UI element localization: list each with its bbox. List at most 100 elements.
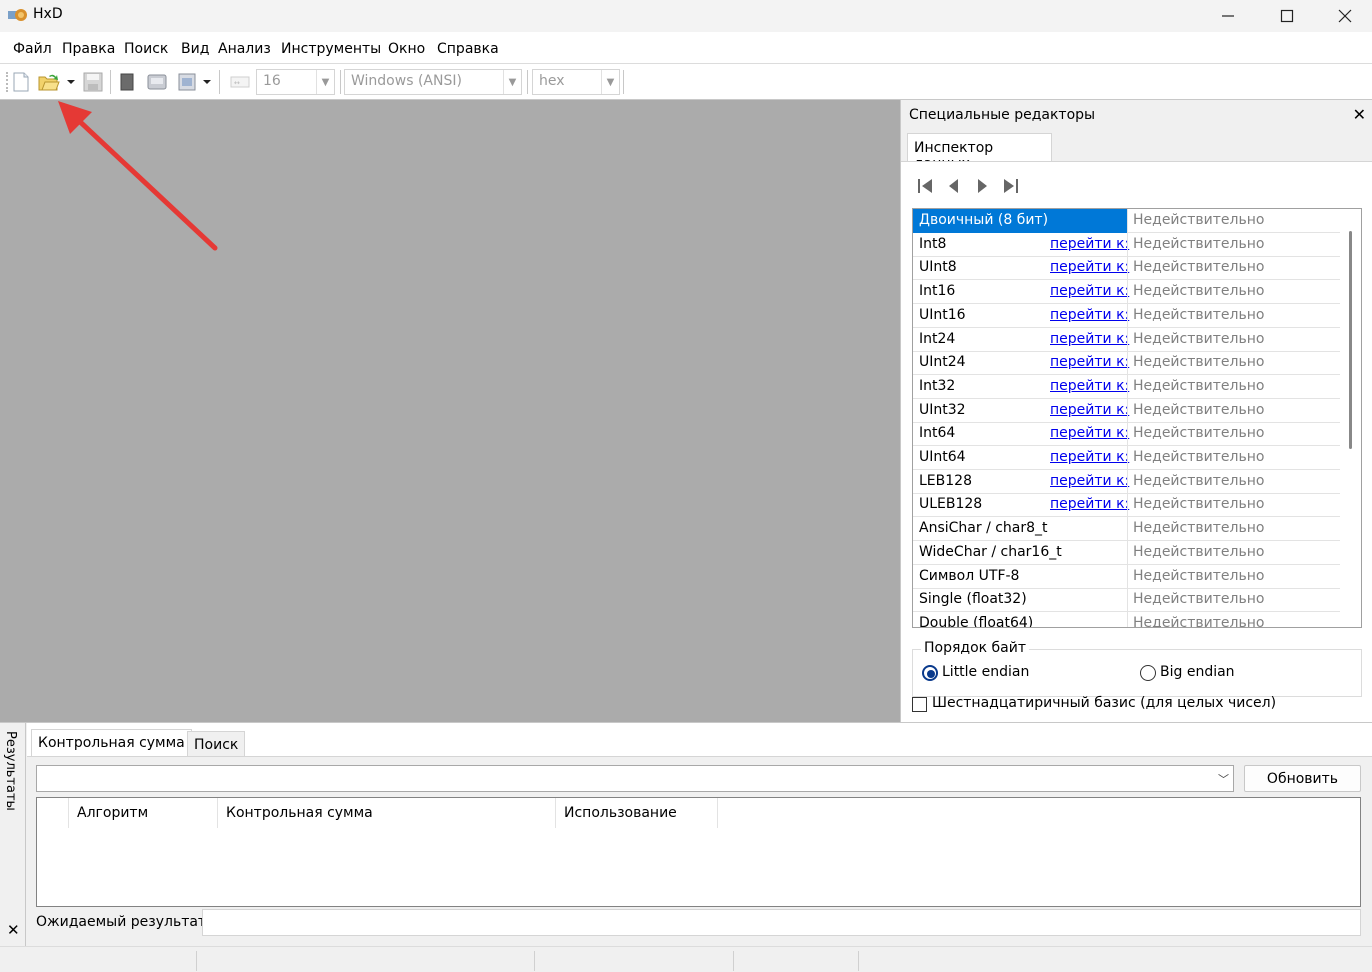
special-editors-title: Специальные редакторы — [909, 107, 1096, 123]
goto-link[interactable]: перейти к: — [1050, 378, 1129, 394]
inspector-value[interactable]: Недействительно — [1133, 425, 1264, 441]
tab-search[interactable]: Поиск — [187, 731, 246, 757]
results-side-tab[interactable]: Результаты ✕ — [0, 723, 26, 947]
toolbar-grip — [6, 72, 8, 92]
byte-order-group: Порядок байт Little endian Big endian — [912, 640, 1362, 697]
inspector-value[interactable]: Недействительно — [1133, 212, 1264, 228]
inspector-value[interactable]: Недействительно — [1133, 496, 1264, 512]
inspector-value[interactable]: Недействительно — [1133, 402, 1264, 418]
inspector-value[interactable]: Недействительно — [1133, 283, 1264, 299]
inspector-type-name: AnsiChar / char8_t — [919, 520, 1048, 537]
inspector-value[interactable]: Недействительно — [1133, 520, 1264, 536]
save-icon[interactable] — [83, 72, 103, 92]
inspector-value[interactable]: Недействительно — [1133, 568, 1264, 584]
goto-link[interactable]: перейти к: — [1050, 283, 1129, 299]
data-inspector-body: Двоичный (8 бит) Недействительно Int8 перей… — [901, 161, 1372, 722]
hex-basis-checkbox[interactable] — [912, 697, 927, 712]
column-header-algorithm[interactable]: Алгоритм — [69, 798, 218, 828]
minimize-button[interactable] — [1199, 0, 1257, 32]
goto-link[interactable]: перейти к: — [1050, 449, 1129, 465]
scrollbar-thumb[interactable] — [1349, 231, 1352, 449]
column-header-checksum[interactable]: Контрольная сумма — [218, 798, 556, 828]
new-file-icon[interactable] — [12, 72, 30, 92]
menu-view[interactable]: Вид — [181, 41, 209, 57]
menu-bar: Файл Правка Поиск Вид Анализ Инструменты… — [0, 32, 1372, 64]
goto-link[interactable]: перейти к: — [1050, 496, 1129, 512]
tab-checksum[interactable]: Контрольная сумма — [31, 729, 192, 757]
expected-result-label: Ожидаемый результат: — [36, 914, 211, 930]
status-separator — [858, 951, 859, 971]
inspector-type-name: Двоичный (8 бит) — [919, 212, 1049, 228]
inspector-value[interactable]: Недействительно — [1133, 473, 1264, 489]
byte-order-legend: Порядок байт — [921, 640, 1030, 656]
inspector-value[interactable]: Недействительно — [1133, 331, 1264, 347]
goto-link[interactable]: перейти к: — [1050, 307, 1129, 323]
last-record-icon[interactable] — [999, 176, 1021, 196]
inspector-value[interactable]: Недействительно — [1133, 236, 1264, 252]
tab-data-inspector[interactable]: Инспектор данных — [907, 133, 1052, 172]
inspector-type-name: UInt64 — [919, 449, 966, 465]
inspector-type-name: ULEB128 — [919, 496, 983, 513]
previous-record-icon[interactable] — [943, 176, 965, 196]
inspector-value[interactable]: Недействительно — [1133, 449, 1264, 465]
inspector-value[interactable]: Недействительно — [1133, 259, 1264, 275]
open-ram-icon[interactable] — [177, 72, 197, 92]
menu-analysis[interactable]: Анализ — [218, 41, 271, 57]
inspector-type-name: UInt8 — [919, 259, 957, 276]
menu-file[interactable]: Файл — [13, 41, 52, 57]
goto-link[interactable]: перейти к: — [1050, 402, 1129, 418]
editor-workspace[interactable] — [0, 100, 900, 722]
menu-help[interactable]: Справка — [437, 41, 499, 57]
inspector-type-name: LEB128 — [919, 472, 972, 489]
goto-link[interactable]: перейти к: — [1050, 259, 1129, 275]
inspector-value[interactable]: Недействительно — [1133, 544, 1264, 560]
data-inspector-grid[interactable]: Двоичный (8 бит) Недействительно Int8 перей… — [912, 208, 1362, 628]
little-endian-radio[interactable] — [922, 665, 938, 681]
big-endian-label[interactable]: Big endian — [1160, 664, 1235, 680]
bytes-per-row-select[interactable]: 16 ▼ — [256, 69, 335, 95]
encoding-select[interactable]: Windows (ANSI) ▼ — [344, 69, 522, 95]
menu-edit[interactable]: Правка — [62, 41, 115, 57]
close-icon — [1338, 9, 1352, 23]
menu-tools[interactable]: Инструменты — [281, 41, 381, 57]
bytes-per-row-icon: ↔ — [230, 76, 250, 88]
refresh-button[interactable]: Обновить — [1244, 765, 1361, 792]
encoding-value: Windows (ANSI) — [351, 73, 462, 89]
inspector-value[interactable]: Недействительно — [1133, 591, 1264, 607]
big-endian-radio[interactable] — [1140, 665, 1156, 681]
algorithm-select[interactable]: ﹀ — [36, 765, 1234, 792]
goto-link[interactable]: перейти к: — [1050, 425, 1129, 441]
menu-window[interactable]: Окно — [388, 41, 425, 57]
goto-link[interactable]: перейти к: — [1050, 354, 1129, 370]
little-endian-label[interactable]: Little endian — [942, 664, 1029, 680]
inspector-type-name: Int8 — [919, 235, 947, 252]
inspector-value[interactable]: Недействительно — [1133, 378, 1264, 394]
inspector-type-name: Int16 — [919, 283, 956, 300]
goto-link[interactable]: перейти к: — [1050, 331, 1129, 347]
hex-basis-label[interactable]: Шестнадцатиричный базис (для целых чисел… — [932, 695, 1276, 711]
inspector-value[interactable]: Недействительно — [1133, 354, 1264, 370]
close-button[interactable] — [1316, 0, 1372, 32]
status-separator — [733, 951, 734, 971]
chevron-down-icon: ▼ — [601, 70, 619, 94]
checksum-table[interactable]: Алгоритм Контрольная сумма Использование — [36, 797, 1361, 907]
expected-result-input[interactable] — [202, 909, 1361, 936]
offset-base-select[interactable]: hex ▼ — [532, 69, 620, 95]
open-dropdown-chevron-down-icon[interactable] — [66, 78, 76, 86]
open-file-icon[interactable] — [38, 72, 60, 92]
first-record-icon[interactable] — [915, 176, 937, 196]
inspector-value[interactable]: Недействительно — [1133, 307, 1264, 323]
open-disk-icon[interactable] — [146, 72, 168, 92]
next-record-icon[interactable] — [971, 176, 993, 196]
close-document-icon[interactable] — [119, 73, 135, 91]
goto-link[interactable]: перейти к: — [1050, 473, 1129, 489]
column-header-usage[interactable]: Использование — [556, 798, 718, 828]
menu-search[interactable]: Поиск — [124, 41, 168, 57]
grid-vertical-scrollbar[interactable] — [1340, 209, 1361, 627]
ram-dropdown-chevron-down-icon[interactable] — [202, 78, 212, 86]
inspector-value[interactable]: Недействительно — [1133, 615, 1264, 627]
goto-link[interactable]: перейти к: — [1050, 236, 1129, 252]
maximize-button[interactable] — [1258, 0, 1316, 32]
special-editors-close-icon[interactable]: ✕ — [1353, 105, 1366, 124]
results-close-icon[interactable]: ✕ — [7, 921, 20, 939]
